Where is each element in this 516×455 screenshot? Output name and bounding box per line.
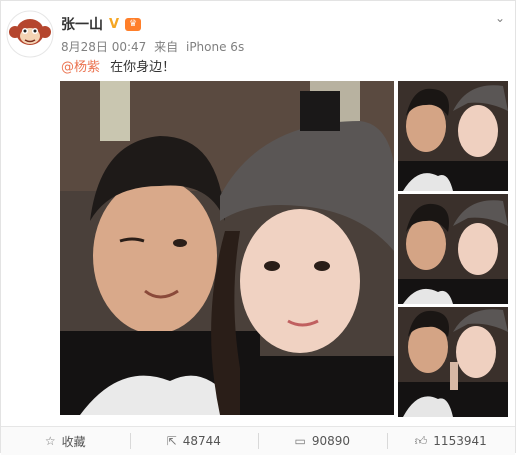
share-icon: ⇱ xyxy=(166,434,177,448)
author-line: 张一山 V ♛ xyxy=(61,14,141,34)
avatar[interactable] xyxy=(6,10,54,58)
like-button[interactable]: 👍︎ 1153941 xyxy=(386,427,516,455)
mention-link[interactable]: @杨紫 xyxy=(61,60,100,75)
photo-thumb-1[interactable] xyxy=(398,81,508,191)
repost-button[interactable]: ⇱ 48744 xyxy=(129,427,259,455)
post-meta: 8月28日 00:47 来自 iPhone 6s xyxy=(61,38,248,55)
monkey-avatar-icon xyxy=(6,10,54,58)
post-text: @杨紫 在你身边！ xyxy=(61,56,175,75)
verified-icon: V xyxy=(109,16,120,32)
action-bar: ☆ 收藏 ⇱ 48744 ▭ 90890 👍︎ 1153941 xyxy=(1,426,515,455)
post-body: 在你身边！ xyxy=(110,60,176,75)
post-time[interactable]: 8月28日 00:47 xyxy=(61,40,146,54)
member-crown-icon: ♛ xyxy=(125,17,141,31)
photo-thumb-2[interactable] xyxy=(398,194,508,304)
favorite-button[interactable]: ☆ 收藏 xyxy=(1,427,130,455)
thumbs-up-icon: 👍︎ xyxy=(414,434,428,448)
source-prefix: 来自 xyxy=(154,40,179,54)
star-icon: ☆ xyxy=(44,434,56,448)
comment-button[interactable]: ▭ 90890 xyxy=(258,427,387,455)
weibo-post-card: 张一山 V ♛ 8月28日 00:47 来自 iPhone 6s ⌄ @杨紫 在… xyxy=(0,0,516,455)
comment-count: 90890 xyxy=(311,434,351,448)
photo-thumb-3[interactable] xyxy=(398,307,508,417)
source-device: iPhone 6s xyxy=(185,40,245,54)
photo-main[interactable] xyxy=(60,81,394,415)
author-name[interactable]: 张一山 xyxy=(61,14,103,34)
chevron-down-icon[interactable]: ⌄ xyxy=(493,12,507,24)
comment-icon: ▭ xyxy=(294,434,306,448)
repost-count: 48744 xyxy=(182,434,221,448)
like-count: 1153941 xyxy=(433,434,487,448)
favorite-label: 收藏 xyxy=(61,434,86,449)
